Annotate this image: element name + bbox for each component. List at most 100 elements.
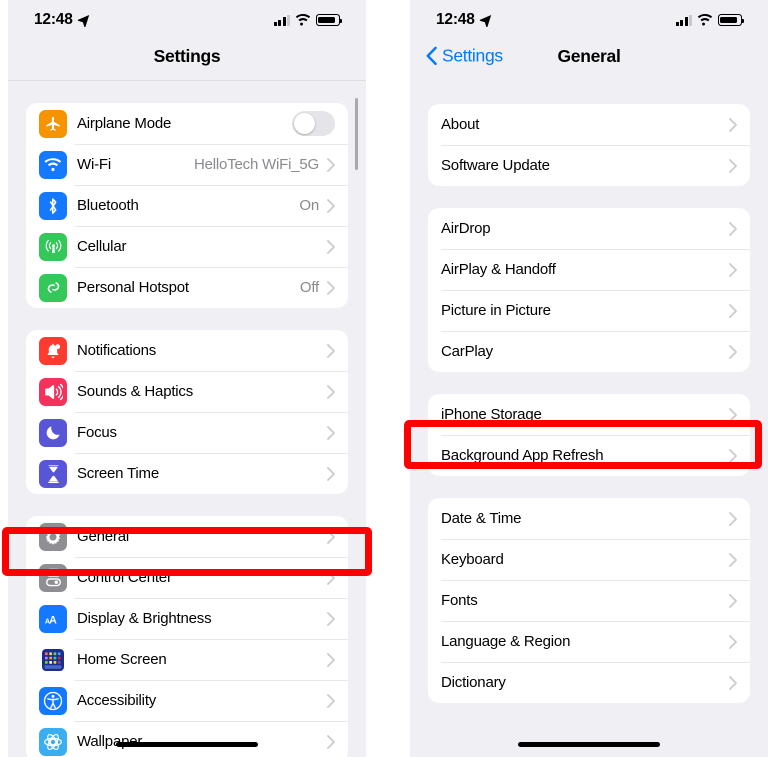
home-indicator: [518, 741, 660, 747]
settings-row-bluetooth[interactable]: Bluetooth On: [26, 185, 348, 226]
status-bar: 12:48: [8, 0, 366, 34]
settings-row-about[interactable]: About: [428, 104, 750, 145]
settings-group: About Software Update: [428, 104, 750, 186]
settings-row-label: Personal Hotspot: [77, 279, 189, 296]
speaker-icon: [39, 377, 67, 406]
settings-row-home-screen[interactable]: Home Screen: [26, 639, 348, 680]
bluetooth-icon: [39, 191, 67, 220]
settings-row-carplay[interactable]: CarPlay: [428, 331, 750, 372]
cellular-bars-icon: [273, 14, 290, 26]
settings-row-label: CarPlay: [441, 343, 493, 360]
settings-group: Airplane Mode Wi-Fi HelloTech WiFi_5G Bluet…: [26, 103, 348, 308]
airplane-mode-toggle[interactable]: [292, 111, 335, 136]
moon-icon: [39, 418, 67, 447]
screenshot-stage: 12:48 Settings Airplane Mode Wi-Fi HelloTe…: [0, 0, 768, 757]
status-bar: 12:48: [410, 0, 768, 34]
back-button-label: Settings: [442, 45, 503, 66]
chevron-right-icon: [729, 593, 737, 608]
settings-row-label: Cellular: [77, 238, 127, 255]
settings-row-iphone-storage[interactable]: iPhone Storage: [428, 394, 750, 435]
settings-row-label: Accessibility: [77, 692, 157, 709]
settings-row-screen-time[interactable]: Screen Time: [26, 453, 348, 494]
settings-row-label: General: [77, 528, 129, 545]
settings-row-label: Date & Time: [441, 510, 522, 527]
settings-row-software-update[interactable]: Software Update: [428, 145, 750, 186]
chevron-right-icon: [729, 158, 737, 173]
settings-row-label: Screen Time: [77, 465, 159, 482]
settings-row-wallpaper[interactable]: Wallpaper: [26, 721, 348, 757]
wifi-icon: [295, 14, 311, 26]
settings-row-control-center[interactable]: Control Center: [26, 557, 348, 598]
settings-row-accessibility[interactable]: Accessibility: [26, 680, 348, 721]
battery-icon: [316, 14, 343, 26]
settings-row-keyboard[interactable]: Keyboard: [428, 539, 750, 580]
settings-row-label: Focus: [77, 424, 117, 441]
settings-group: AirDrop AirPlay & Handoff Picture in Pictu…: [428, 208, 750, 372]
settings-row-notifications[interactable]: Notifications: [26, 330, 348, 371]
settings-row-label: Wi-Fi: [77, 156, 111, 173]
chevron-right-icon: [327, 157, 335, 172]
settings-row-cellular[interactable]: Cellular: [26, 226, 348, 267]
status-bar-time-group: 12:48: [436, 11, 492, 29]
svg-text:A: A: [45, 618, 50, 625]
settings-row-picture-in-picture[interactable]: Picture in Picture: [428, 290, 750, 331]
chevron-right-icon: [327, 466, 335, 481]
chevron-right-icon: [327, 693, 335, 708]
settings-row-wi-fi[interactable]: Wi-Fi HelloTech WiFi_5G: [26, 144, 348, 185]
settings-row-label: Notifications: [77, 342, 157, 359]
settings-row-background-app-refresh[interactable]: Background App Refresh: [428, 435, 750, 476]
settings-row-label: Picture in Picture: [441, 302, 551, 319]
chevron-right-icon: [729, 634, 737, 649]
general-list-scroll[interactable]: About Software Update AirDrop AirPlay & Han…: [410, 104, 768, 703]
settings-row-display-brightness[interactable]: A A Display & Brightness: [26, 598, 348, 639]
wifi-icon: [39, 150, 67, 179]
right-nav-bar: Settings General: [410, 34, 768, 78]
status-bar-time-group: 12:48: [34, 11, 90, 29]
chevron-left-icon: [426, 46, 437, 66]
accessibility-icon: [39, 686, 67, 715]
settings-row-airplay-handoff[interactable]: AirPlay & Handoff: [428, 249, 750, 290]
back-button[interactable]: Settings: [426, 46, 503, 67]
settings-row-label: Fonts: [441, 592, 478, 609]
settings-row-label: Airplane Mode: [77, 115, 172, 132]
settings-row-fonts[interactable]: Fonts: [428, 580, 750, 621]
settings-row-language-region[interactable]: Language & Region: [428, 621, 750, 662]
settings-row-personal-hotspot[interactable]: Personal Hotspot Off: [26, 267, 348, 308]
settings-group: Date & Time Keyboard Fonts Language & Regio…: [428, 498, 750, 703]
gear-icon: [39, 522, 67, 551]
chevron-right-icon: [327, 611, 335, 626]
chevron-right-icon: [729, 552, 737, 567]
hourglass-icon: [39, 459, 67, 488]
status-bar-indicators: [273, 14, 343, 26]
chevron-right-icon: [729, 262, 737, 277]
chevron-right-icon: [729, 407, 737, 422]
settings-row-airdrop[interactable]: AirDrop: [428, 208, 750, 249]
home-screen-grid-icon: [39, 646, 67, 674]
settings-row-dictionary[interactable]: Dictionary: [428, 662, 750, 703]
settings-row-label: AirDrop: [441, 220, 491, 237]
settings-row-value: On: [299, 197, 319, 214]
location-arrow-icon: [479, 14, 491, 27]
settings-group: Notifications Sounds & Haptics Focus Screen…: [26, 330, 348, 494]
settings-row-sounds-haptics[interactable]: Sounds & Haptics: [26, 371, 348, 412]
settings-row-date-time[interactable]: Date & Time: [428, 498, 750, 539]
left-nav-bar: Settings: [8, 34, 366, 78]
scroll-indicator[interactable]: [355, 98, 358, 170]
settings-row-airplane-mode[interactable]: Airplane Mode: [26, 103, 348, 144]
status-bar-indicators: [675, 14, 745, 26]
settings-group: General Control Center A A Display & Brightn…: [26, 516, 348, 757]
chevron-right-icon: [327, 734, 335, 749]
settings-list-scroll[interactable]: Airplane Mode Wi-Fi HelloTech WiFi_5G Bluet…: [8, 103, 366, 757]
chevron-right-icon: [729, 344, 737, 359]
cellular-antenna-icon: [39, 232, 67, 261]
settings-row-general[interactable]: General: [26, 516, 348, 557]
svg-text:A: A: [49, 614, 57, 626]
settings-row-focus[interactable]: Focus: [26, 412, 348, 453]
settings-row-label: Keyboard: [441, 551, 504, 568]
page-title: General: [557, 45, 621, 66]
settings-row-label: Bluetooth: [77, 197, 139, 214]
chevron-right-icon: [327, 280, 335, 295]
settings-row-label: Software Update: [441, 157, 550, 174]
